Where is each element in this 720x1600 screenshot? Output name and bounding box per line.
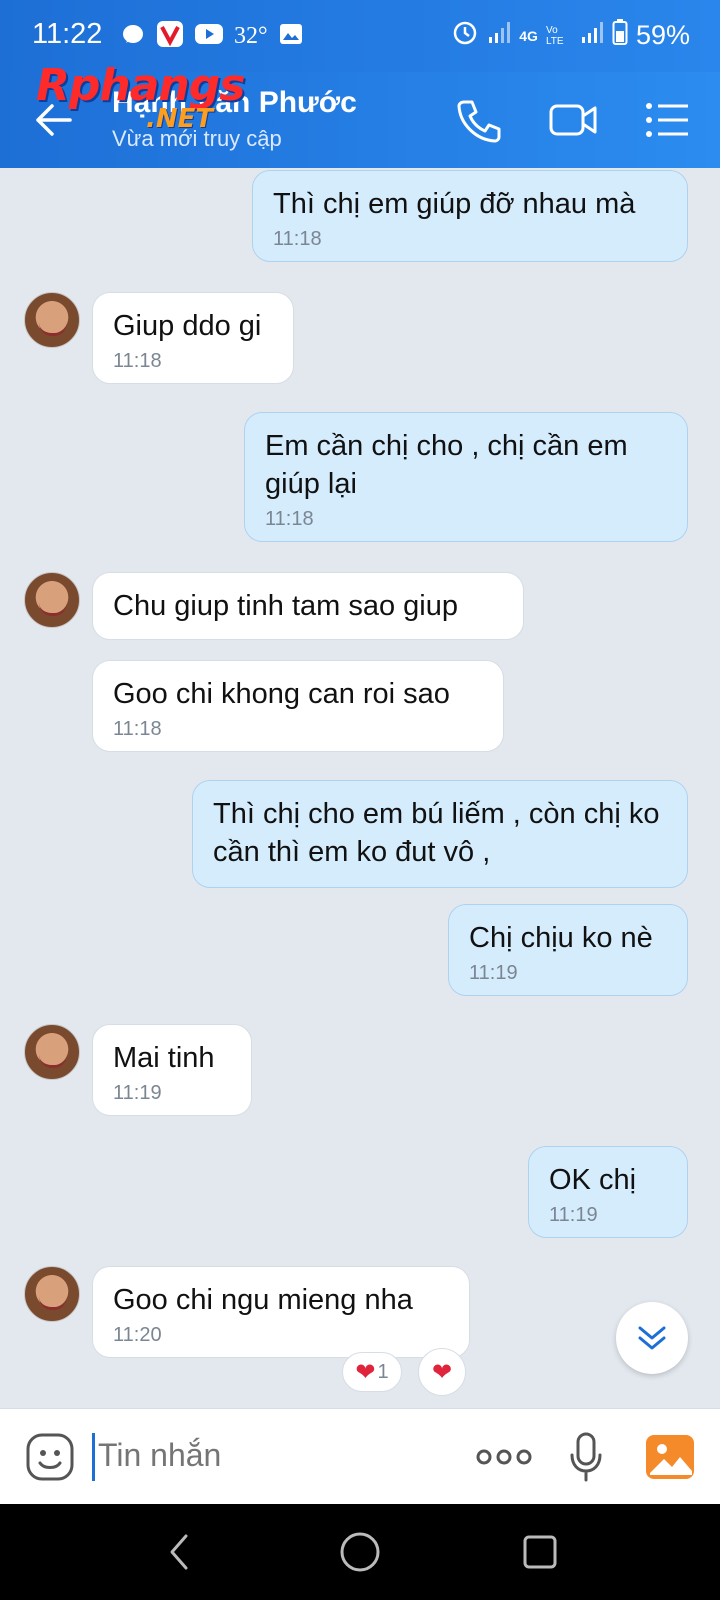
message-text: Thì chị cho em bú liếm , còn chị ko cần … [213, 798, 660, 868]
battery-level: 59% [635, 20, 690, 50]
messenger-icon [120, 21, 146, 52]
chat-header: Hạnh Văn Phước Vừa mới truy cập Rphangs … [0, 60, 720, 168]
message-time: 11:18 [113, 350, 162, 372]
nav-home-button[interactable] [336, 1528, 384, 1576]
temperature-text: 32° [234, 23, 268, 49]
message-bubble-incoming[interactable]: Chu giup tinh tam sao giup [92, 572, 524, 640]
battery-icon [612, 18, 628, 53]
nav-back-icon [170, 1534, 188, 1570]
status-notification-icons: 32° [120, 20, 304, 53]
message-bubble-outgoing[interactable]: OK chị 11:19 [528, 1146, 688, 1238]
message-bubble-outgoing[interactable]: Thì chị em giúp đỡ nhau mà 11:18 [252, 170, 688, 262]
avatar[interactable] [24, 292, 80, 348]
message-time: 11:18 [113, 718, 162, 740]
signal-icon [487, 19, 511, 52]
message-bubble-incoming[interactable]: Goo chi ngu mieng nha 11:20 [92, 1266, 470, 1358]
message-time: 11:18 [265, 508, 314, 530]
nav-recents-button[interactable] [516, 1528, 564, 1576]
sticker-button[interactable] [24, 1431, 76, 1483]
voice-call-button[interactable] [454, 96, 504, 144]
message-time: 11:18 [273, 228, 322, 250]
emoji-icon [26, 1433, 74, 1481]
phone-icon [457, 100, 501, 143]
message-text: Goo chi khong can roi sao [113, 678, 450, 710]
nav-home-icon [340, 1532, 380, 1572]
message-text: Mai tinh [113, 1042, 215, 1074]
video-call-button[interactable] [548, 96, 598, 144]
message-list[interactable]: Thì chị em giúp đỡ nhau mà 11:18 Giup dd… [0, 168, 720, 1408]
message-input[interactable] [98, 1437, 438, 1474]
message-time: 11:19 [113, 1082, 162, 1104]
system-navigation-bar [0, 1504, 720, 1600]
message-time: 11:19 [469, 962, 518, 984]
gallery-icon [278, 22, 304, 51]
more-options-button[interactable] [474, 1439, 534, 1475]
message-text: Giup ddo gi [113, 310, 262, 342]
network-volte-label: Vo LTE [545, 24, 564, 47]
image-icon [646, 1435, 694, 1479]
message-bubble-incoming[interactable]: Giup ddo gi 11:18 [92, 292, 294, 384]
youtube-icon [194, 22, 224, 51]
avatar[interactable] [24, 1024, 80, 1080]
heart-icon: ❤ [355, 1358, 376, 1386]
avatar[interactable] [24, 1266, 80, 1322]
double-chevron-down-icon [638, 1326, 666, 1350]
message-text: Thì chị em giúp đỡ nhau mà [273, 188, 636, 220]
voice-message-button[interactable] [568, 1431, 604, 1483]
list-menu-icon [646, 103, 688, 137]
menu-button[interactable] [644, 96, 694, 144]
video-camera-icon [549, 104, 597, 136]
message-text: OK chị [549, 1164, 637, 1196]
status-time: 11:22 [32, 18, 103, 50]
status-system-icons: 4G Vo LTE 59% [451, 18, 690, 53]
reaction-count: 1 [377, 1360, 389, 1383]
network-4g-label: 4G [519, 27, 538, 44]
message-text: Em cần chị cho , chị cần em giúp lại [265, 430, 628, 500]
message-time: 11:20 [113, 1324, 162, 1346]
message-bubble-incoming[interactable]: Goo chi khong can roi sao 11:18 [92, 660, 504, 752]
avatar[interactable] [24, 572, 80, 628]
react-button[interactable]: ❤ [418, 1348, 466, 1396]
watermark-logo: Rphangs [36, 60, 245, 111]
signal-icon-2 [580, 19, 604, 52]
send-image-button[interactable] [644, 1431, 696, 1483]
reaction-summary[interactable]: ❤ 1 [342, 1352, 402, 1392]
message-bubble-incoming[interactable]: Mai tinh 11:19 [92, 1024, 252, 1116]
nav-recents-icon [523, 1535, 557, 1569]
message-bubble-outgoing[interactable]: Thì chị cho em bú liếm , còn chị ko cần … [192, 780, 688, 888]
heart-icon: ❤ [431, 1358, 453, 1386]
message-time: 11:19 [549, 1204, 598, 1226]
more-dots-icon [476, 1449, 532, 1465]
v-app-icon [156, 20, 184, 53]
alarm-icon [451, 18, 479, 53]
message-text: Chu giup tinh tam sao giup [113, 590, 458, 622]
watermark-logo-sub: .NET [146, 104, 214, 134]
text-cursor [92, 1433, 95, 1481]
nav-back-button[interactable] [156, 1528, 204, 1576]
scroll-to-bottom-button[interactable] [616, 1302, 688, 1374]
message-text: Chị chịu ko nè [469, 922, 653, 954]
message-bubble-outgoing[interactable]: Em cần chị cho , chị cần em giúp lại 11:… [244, 412, 688, 542]
message-composer [0, 1408, 720, 1504]
message-bubble-outgoing[interactable]: Chị chịu ko nè 11:19 [448, 904, 688, 996]
microphone-icon [570, 1432, 602, 1482]
message-text: Goo chi ngu mieng nha [113, 1284, 413, 1316]
